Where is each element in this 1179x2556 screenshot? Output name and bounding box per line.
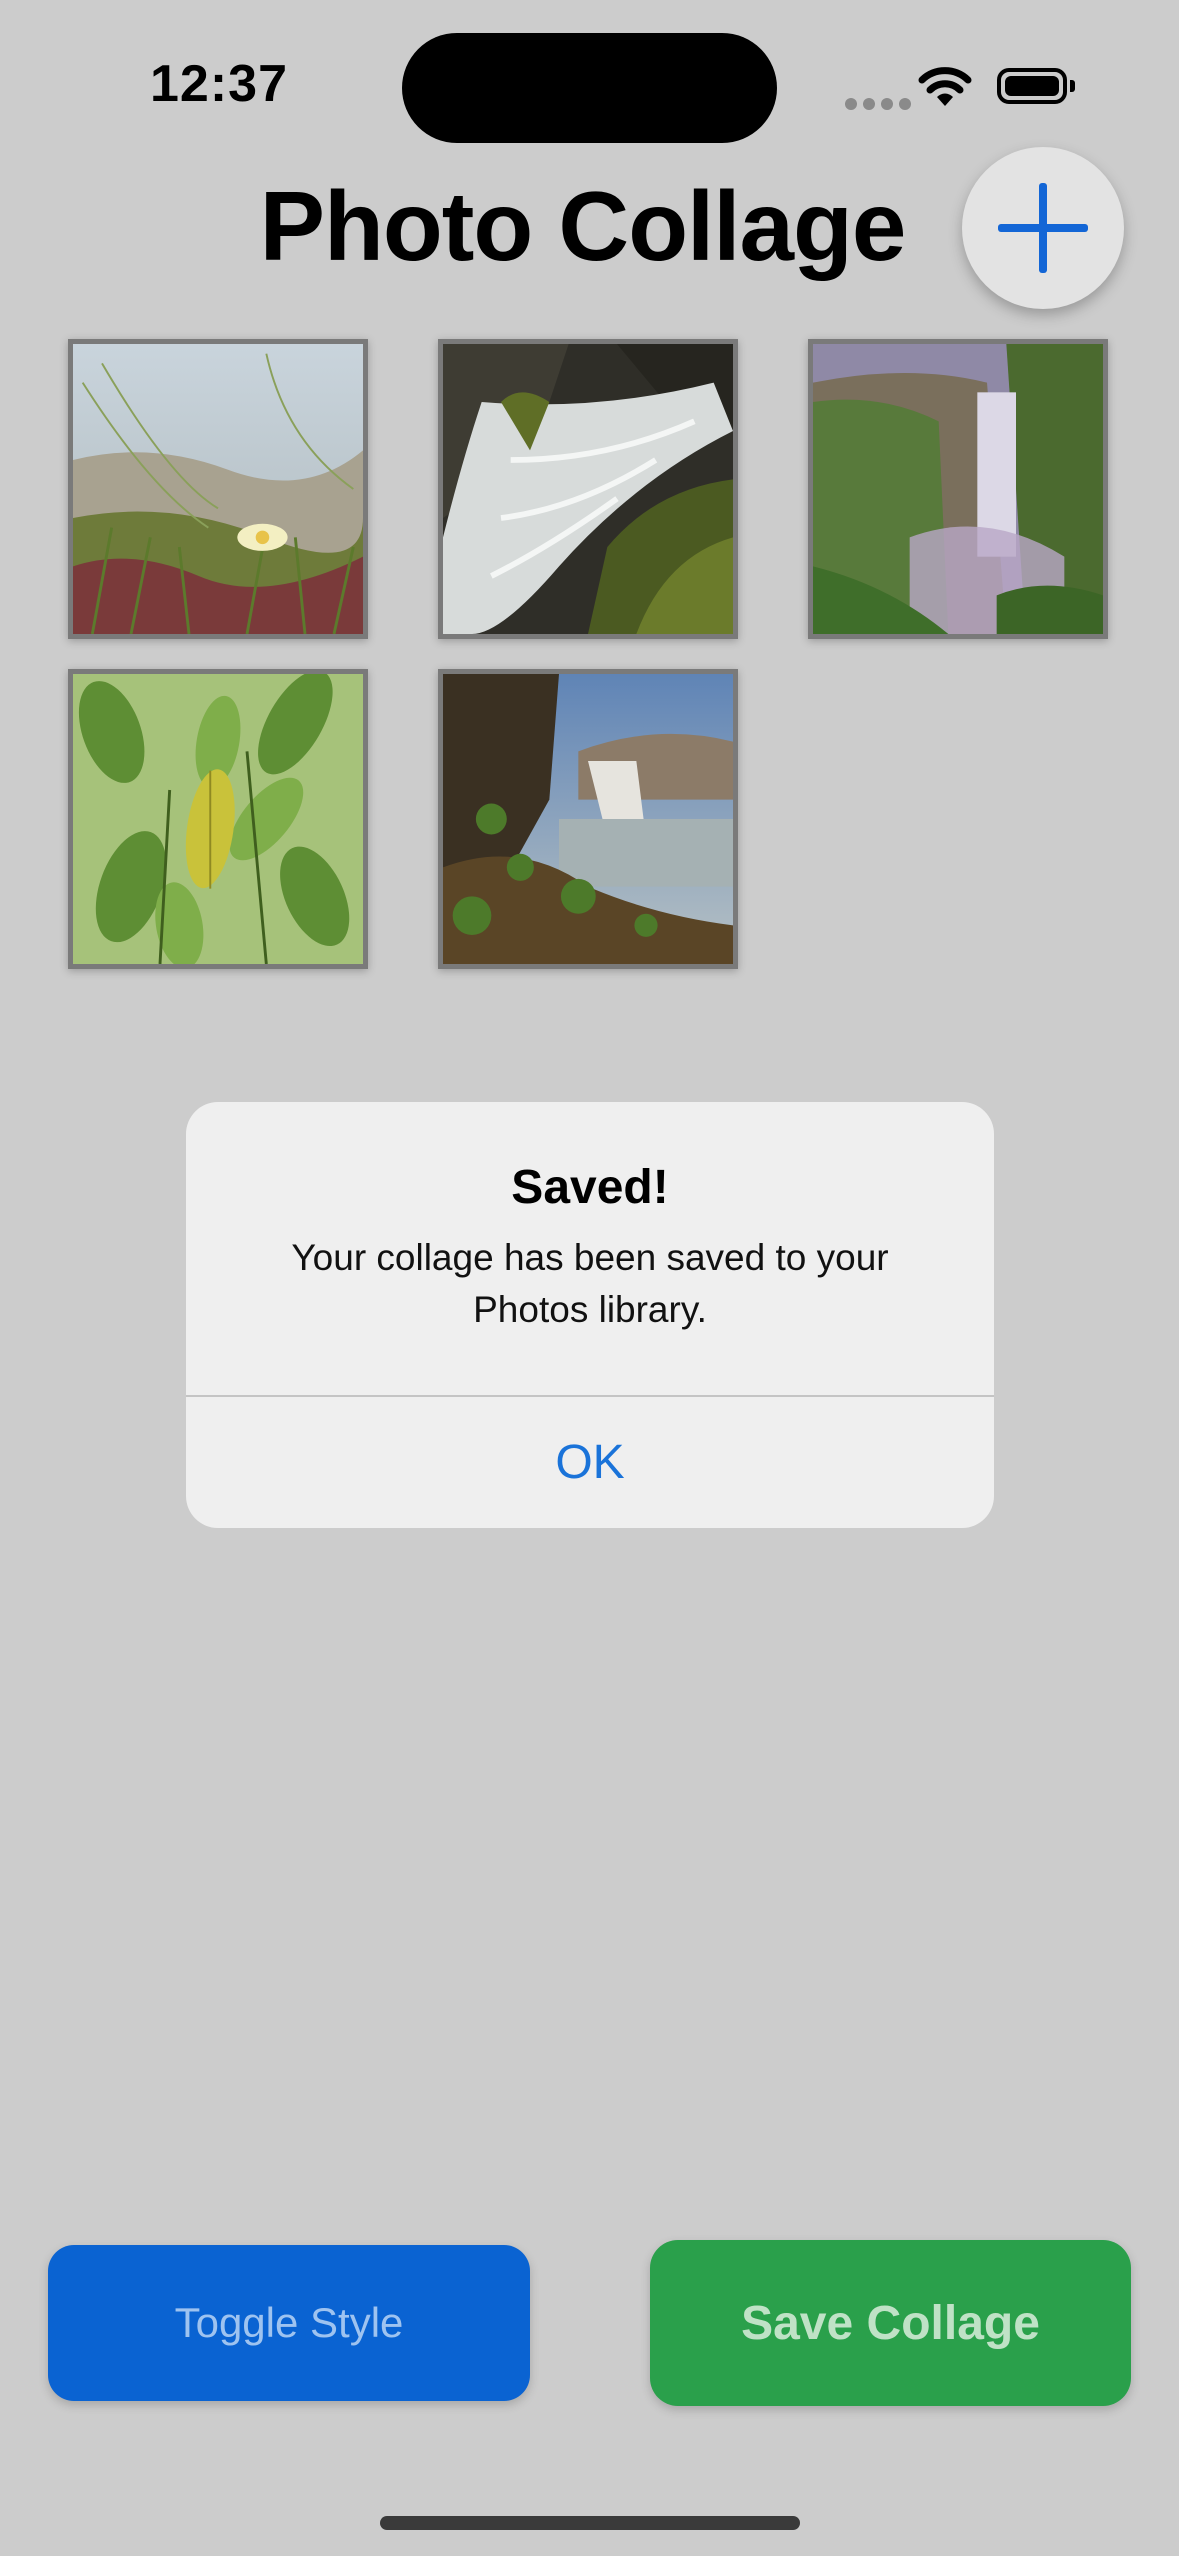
- collage-photo-5[interactable]: [438, 669, 738, 969]
- status-icons: [845, 62, 1085, 112]
- add-photo-button[interactable]: [962, 147, 1124, 309]
- dynamic-island: [402, 33, 777, 143]
- alert-message: Your collage has been saved to your Phot…: [291, 1237, 889, 1330]
- saved-alert-dialog: Saved! Your collage has been saved to yo…: [186, 1102, 994, 1528]
- photo-dune-flower-image: [73, 344, 363, 634]
- collage-photo-4[interactable]: [68, 669, 368, 969]
- photo-leaves-image: [73, 674, 363, 964]
- photo-waterfall-rocks-image: [443, 344, 733, 634]
- photo-misty-waterfall-image: [813, 344, 1103, 634]
- wifi-icon: [918, 67, 972, 106]
- home-indicator[interactable]: [380, 2516, 800, 2530]
- photo-sunset-waterfall-image: [443, 674, 733, 964]
- toggle-style-button[interactable]: Toggle Style: [48, 2245, 530, 2401]
- collage-photo-2[interactable]: [438, 339, 738, 639]
- cellular-signal-icon: [845, 98, 911, 110]
- status-time: 12:37: [150, 55, 288, 113]
- collage-photo-1[interactable]: [68, 339, 368, 639]
- alert-title: Saved!: [511, 1161, 669, 1214]
- save-collage-button[interactable]: Save Collage: [650, 2240, 1131, 2406]
- plus-icon: [998, 183, 1088, 273]
- collage-photo-3[interactable]: [808, 339, 1108, 639]
- battery-icon: [997, 68, 1075, 104]
- status-bar: 12:37: [0, 0, 1179, 150]
- alert-ok-button[interactable]: OK: [186, 1397, 994, 1528]
